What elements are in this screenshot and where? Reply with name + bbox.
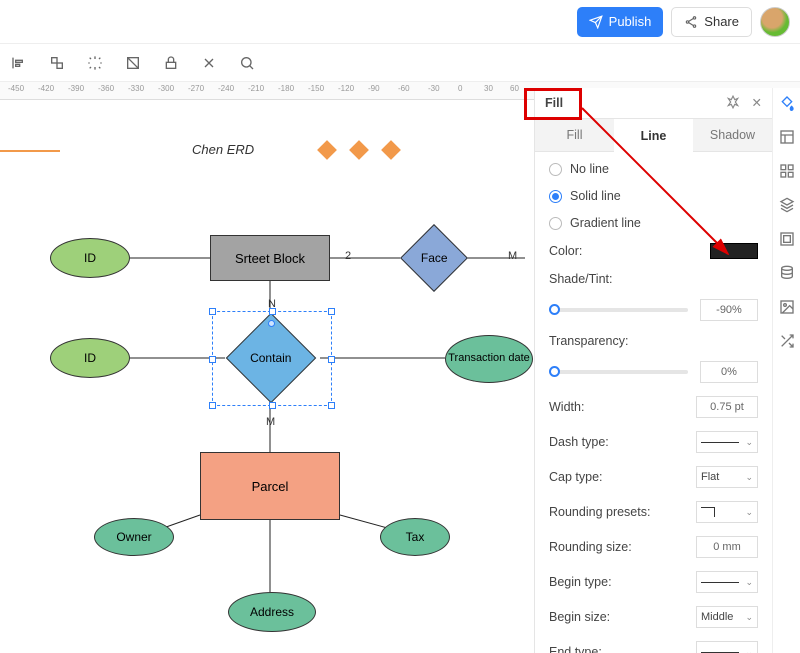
decorator-diamond (317, 140, 337, 160)
top-bar: Publish Share (0, 0, 800, 44)
close-icon[interactable]: ✕ (752, 95, 762, 112)
layout-icon[interactable] (778, 128, 796, 146)
label-round-size: Rounding size: (549, 540, 632, 554)
tools-icon[interactable] (200, 54, 218, 72)
shade-input[interactable] (700, 299, 758, 321)
entity-owner[interactable]: Owner (94, 518, 174, 556)
entity-id[interactable]: ID (50, 338, 130, 378)
dash-select[interactable]: ⌄ (696, 431, 758, 453)
begin-size-select[interactable]: Middle⌄ (696, 606, 758, 628)
image-icon[interactable] (778, 298, 796, 316)
fill-panel-icon[interactable] (778, 94, 796, 112)
properties-panel: Fill ✕ Fill Line Shadow No line Solid li… (534, 88, 772, 653)
round-preset-select[interactable]: ⌄ (696, 501, 758, 523)
label-shade: Shade/Tint: (549, 272, 612, 286)
share-label: Share (704, 14, 739, 29)
decorator-line (0, 150, 60, 152)
color-swatch[interactable] (710, 243, 758, 259)
multiplicity-label: M (266, 416, 275, 428)
shuffle-icon[interactable] (778, 332, 796, 350)
diagram-title: Chen ERD (192, 142, 254, 157)
pin-icon[interactable] (726, 95, 740, 112)
label-color: Color: (549, 244, 582, 258)
frame-icon[interactable] (778, 230, 796, 248)
end-type-select[interactable]: ⌄ (696, 641, 758, 653)
annotation-box (524, 88, 582, 120)
shade-slider[interactable] (549, 308, 688, 312)
tab-shadow[interactable]: Shadow (693, 118, 772, 152)
data-icon[interactable] (778, 264, 796, 282)
avatar[interactable] (760, 7, 790, 37)
relationship-face[interactable]: Face (400, 224, 468, 292)
multiplicity-label: M (508, 250, 517, 262)
search-icon[interactable] (238, 54, 256, 72)
label-begin-size: Begin size: (549, 610, 610, 624)
group-icon[interactable] (48, 54, 66, 72)
publish-label: Publish (609, 14, 652, 29)
entity-transaction-date[interactable]: Transaction date (445, 335, 533, 383)
multiplicity-label: N (268, 298, 276, 310)
label-width: Width: (549, 400, 584, 414)
tab-fill[interactable]: Fill (535, 118, 614, 152)
label-begin-type: Begin type: (549, 575, 612, 589)
connection-point[interactable] (268, 320, 275, 327)
radio-no-line[interactable]: No line (549, 162, 758, 176)
radio-solid-line[interactable]: Solid line (549, 189, 758, 203)
share-button[interactable]: Share (671, 7, 752, 37)
share-icon (684, 15, 698, 29)
width-input[interactable] (696, 396, 758, 418)
entity-parcel[interactable]: Parcel (200, 452, 340, 520)
entity-address[interactable]: Address (228, 592, 316, 632)
grid-icon[interactable] (778, 162, 796, 180)
tab-line[interactable]: Line (614, 118, 693, 152)
entity-id[interactable]: ID (50, 238, 130, 278)
toolbar (0, 44, 800, 82)
radio-gradient-line[interactable]: Gradient line (549, 216, 758, 230)
entity-tax[interactable]: Tax (380, 518, 450, 556)
align-icon[interactable] (10, 54, 28, 72)
lock-icon[interactable] (162, 54, 180, 72)
label-dash: Dash type: (549, 435, 609, 449)
begin-type-select[interactable]: ⌄ (696, 571, 758, 593)
transparency-slider[interactable] (549, 370, 688, 374)
cap-select[interactable]: Flat⌄ (696, 466, 758, 488)
panel-tabs: Fill Line Shadow (535, 118, 772, 152)
decorator-diamond (349, 140, 369, 160)
round-size-input[interactable] (696, 536, 758, 558)
label-round-presets: Rounding presets: (549, 505, 650, 519)
right-icon-strip (772, 88, 800, 653)
effects-icon[interactable] (86, 54, 104, 72)
crop-icon[interactable] (124, 54, 142, 72)
label-end-type: End type: (549, 645, 602, 653)
label-cap: Cap type: (549, 470, 603, 484)
canvas[interactable]: Chen ERD ID Srteet Block 2 Face M ID Con… (0, 100, 534, 653)
layers-icon[interactable] (778, 196, 796, 214)
entity-srteet-block[interactable]: Srteet Block (210, 235, 330, 281)
multiplicity-label: 2 (345, 250, 351, 262)
transparency-input[interactable] (700, 361, 758, 383)
label-transparency: Transparency: (549, 334, 628, 348)
publish-button[interactable]: Publish (577, 7, 664, 37)
decorator-diamond (381, 140, 401, 160)
send-icon (589, 15, 603, 29)
